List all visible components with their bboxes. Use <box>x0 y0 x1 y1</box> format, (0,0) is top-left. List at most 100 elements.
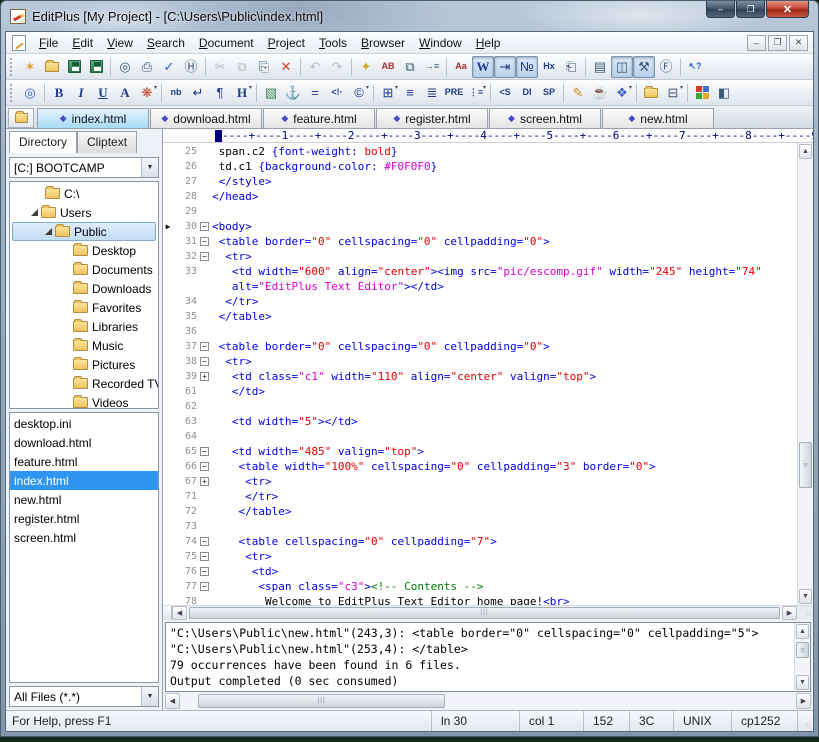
ordered-list-button[interactable]: ⋮≡▾ <box>465 82 487 104</box>
set-colors-button[interactable] <box>691 82 713 104</box>
file-list[interactable]: desktop.inidownload.htmlfeature.htmlinde… <box>9 412 159 683</box>
change-case-button[interactable]: Aa <box>450 56 472 78</box>
menu-browser[interactable]: Browser <box>354 33 412 53</box>
split-window-button[interactable]: ⊟▾ <box>662 82 684 104</box>
print-button[interactable]: ⎙ <box>136 56 158 78</box>
tree-item-libraries[interactable]: Libraries <box>12 317 156 336</box>
output-horizontal-scrollbar[interactable]: ◀ ▶ <box>165 693 811 709</box>
align-left-button[interactable]: ≡ <box>399 82 421 104</box>
fold-collapse-icon[interactable]: − <box>200 342 209 351</box>
browse-folder-button[interactable] <box>640 82 662 104</box>
line-numbers-button[interactable]: № <box>516 56 538 78</box>
file-item-screen-html[interactable]: screen.html <box>10 528 158 547</box>
output-panel-toggle-button[interactable]: ⚒ <box>633 56 655 78</box>
fold-collapse-icon[interactable]: − <box>200 537 209 546</box>
special-character-button[interactable]: ©▾ <box>348 82 370 104</box>
menu-view[interactable]: View <box>100 33 140 53</box>
filter-dropdown-button[interactable]: ▼ <box>141 687 158 706</box>
menu-window[interactable]: Window <box>412 33 469 53</box>
cut-button[interactable]: ✂ <box>209 56 231 78</box>
sidebar-tab-cliptext[interactable]: Cliptext <box>77 131 137 153</box>
scroll-thumb[interactable] <box>189 607 780 619</box>
tree-item-desktop[interactable]: Desktop <box>12 241 156 260</box>
scroll-left-button[interactable]: ◀ <box>165 693 180 709</box>
open-file-button[interactable] <box>41 56 63 78</box>
fold-collapse-icon[interactable]: − <box>200 357 209 366</box>
span-tag-button[interactable]: SP <box>538 82 560 104</box>
redo-button[interactable]: ↷ <box>326 56 348 78</box>
drive-dropdown-button[interactable]: ▼ <box>141 158 158 177</box>
scroll-track[interactable] <box>180 693 796 709</box>
tab-feature-html[interactable]: ◆feature.html <box>263 108 375 128</box>
horizontal-rule-button[interactable]: = <box>304 82 326 104</box>
tab-download-html[interactable]: ◆download.html <box>150 108 262 128</box>
file-item-download-html[interactable]: download.html <box>10 433 158 452</box>
comment-button[interactable]: <!· <box>326 82 348 104</box>
scroll-right-button[interactable]: ▶ <box>782 606 797 620</box>
tree-item-documents[interactable]: Documents <box>12 260 156 279</box>
close-button[interactable]: ✕ <box>766 1 809 18</box>
mdi-close-button[interactable]: ✕ <box>789 35 808 51</box>
scroll-down-button[interactable]: ▼ <box>799 589 812 604</box>
editor-vertical-scrollbar[interactable]: ▲ ▼ <box>797 143 813 605</box>
scroll-left-button[interactable]: ◀ <box>172 606 187 620</box>
align-center-button[interactable]: ≣ <box>421 82 443 104</box>
document-list-button[interactable]: ▤ <box>589 56 611 78</box>
minimize-button[interactable]: – <box>706 1 735 18</box>
replace-button[interactable]: AB <box>377 56 399 78</box>
titlebar[interactable]: EditPlus [My Project] - [C:\Users\Public… <box>1 1 818 31</box>
new-document-button[interactable]: ✶ <box>19 56 41 78</box>
context-help-button[interactable]: ↖? <box>684 56 706 78</box>
tree-item-c[interactable]: C:\ <box>12 184 156 203</box>
tree-item-favorites[interactable]: Favorites <box>12 298 156 317</box>
italic-button[interactable]: I <box>70 82 92 104</box>
fold-collapse-icon[interactable]: − <box>200 252 209 261</box>
fold-collapse-icon[interactable]: − <box>200 567 209 576</box>
insert-object-button[interactable]: ❖▾ <box>611 82 633 104</box>
fold-collapse-icon[interactable]: − <box>200 447 209 456</box>
menu-tools[interactable]: Tools <box>312 33 354 53</box>
save-button[interactable] <box>63 56 85 78</box>
mdi-minimize-button[interactable]: – <box>747 35 766 51</box>
save-all-button[interactable] <box>85 56 107 78</box>
font-button[interactable]: A <box>114 82 136 104</box>
line-break-button[interactable]: ↵ <box>187 82 209 104</box>
find-button[interactable]: ✦ <box>355 56 377 78</box>
tab-list-button[interactable] <box>8 108 34 128</box>
mdi-restore-button[interactable]: ❐ <box>768 35 787 51</box>
drive-selector[interactable]: [C:] BOOTCAMP ▼ <box>9 157 159 178</box>
toolbar-grip[interactable] <box>10 84 15 102</box>
scroll-track[interactable] <box>795 640 810 674</box>
save-as-template-button[interactable]: ⎗ <box>560 56 582 78</box>
browser-preview-button[interactable]: ◎ <box>19 82 41 104</box>
fold-collapse-icon[interactable]: − <box>200 222 209 231</box>
output-vertical-scrollbar[interactable]: ▲ ▼ <box>794 623 810 691</box>
color-palette-button[interactable]: ❋▾ <box>136 82 158 104</box>
tree-item-videos[interactable]: Videos <box>12 393 156 409</box>
paragraph-button[interactable]: ¶ <box>209 82 231 104</box>
definition-button[interactable]: DI <box>516 82 538 104</box>
tab-new-html[interactable]: ◆new.html <box>602 108 714 128</box>
resize-grip[interactable]: ⁙ <box>797 711 813 731</box>
insert-image-button[interactable]: ▧ <box>260 82 282 104</box>
directory-tree[interactable]: C:\UsersPublicDesktopDocumentsDownloadsF… <box>9 181 159 409</box>
strikethrough-button[interactable]: <S <box>494 82 516 104</box>
scroll-up-button[interactable]: ▲ <box>799 144 812 159</box>
delete-button[interactable]: ✕ <box>275 56 297 78</box>
scroll-thumb[interactable] <box>799 442 812 488</box>
scroll-thumb[interactable] <box>796 642 809 658</box>
expand-arrow-icon[interactable] <box>45 228 52 235</box>
window-layout-button[interactable]: ◧ <box>713 82 735 104</box>
menu-edit[interactable]: Edit <box>65 33 100 53</box>
print-preview-button[interactable]: ◎ <box>114 56 136 78</box>
toolbar-grip[interactable] <box>10 58 15 76</box>
split-box[interactable] <box>163 606 172 620</box>
goto-line-button[interactable]: →≡ <box>421 56 443 78</box>
tree-item-users[interactable]: Users <box>12 203 156 222</box>
editor-horizontal-scrollbar[interactable]: ◀ ▶ ⁙ <box>163 605 813 620</box>
code-editor[interactable]: 25 span.c2 {font-weight: bold}26 td.c1 {… <box>163 143 797 605</box>
fold-expand-icon[interactable]: + <box>200 372 209 381</box>
fold-collapse-icon[interactable]: − <box>200 582 209 591</box>
tab-screen-html[interactable]: ◆screen.html <box>489 108 601 128</box>
menu-search[interactable]: Search <box>140 33 192 53</box>
